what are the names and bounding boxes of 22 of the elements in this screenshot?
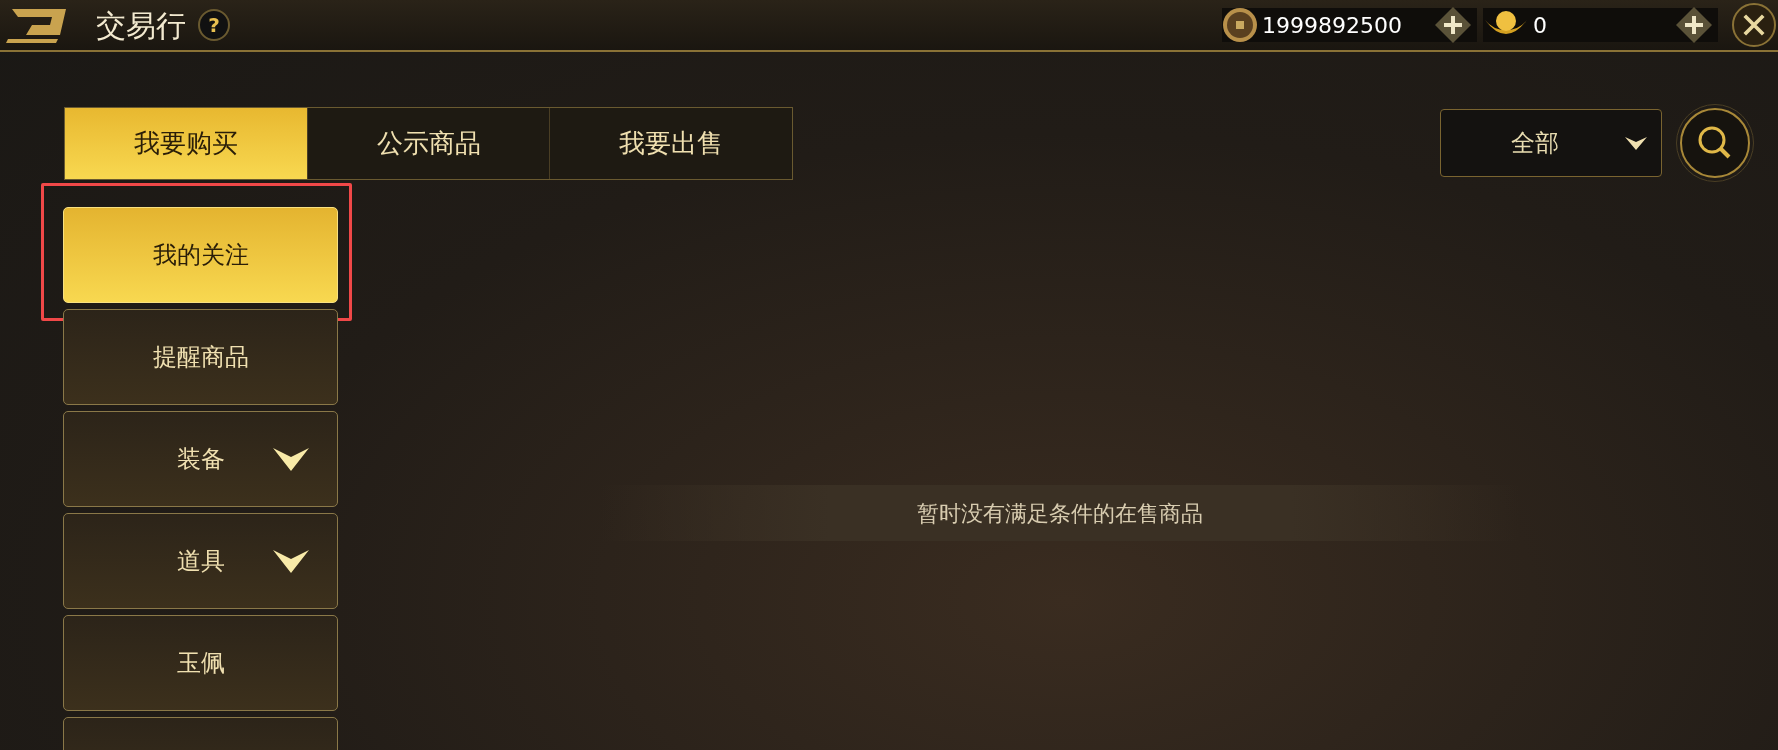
window-title: 交易行 <box>96 6 186 45</box>
category-button[interactable]: 我的关注 <box>63 207 338 303</box>
category-button[interactable]: 道具 <box>63 513 338 609</box>
currency-amount: 1999892500 <box>1262 11 1402 40</box>
category-button[interactable]: 装备 <box>63 411 338 507</box>
add-button[interactable] <box>1435 7 1471 43</box>
tab[interactable]: 我要购买 <box>65 108 307 179</box>
category-button[interactable]: 玉佩 <box>63 615 338 711</box>
currency-amount: 0 <box>1533 11 1547 40</box>
coin-icon <box>1222 7 1258 43</box>
plus-icon <box>1676 7 1712 43</box>
add-button[interactable] <box>1676 7 1712 43</box>
category-dropdown[interactable]: 全部 <box>1440 109 1662 177</box>
close-button[interactable] <box>1732 3 1776 47</box>
close-icon <box>1742 13 1766 37</box>
tab[interactable]: 我要出售 <box>549 108 792 179</box>
plus-icon <box>1435 7 1471 43</box>
category-button[interactable]: 提醒商品 <box>63 309 338 405</box>
caret-icon <box>1625 135 1647 151</box>
empty-message: 暂时没有满足条件的在售商品 <box>917 499 1203 528</box>
help-button[interactable]: ? <box>198 9 230 41</box>
tab[interactable]: 公示商品 <box>306 108 550 179</box>
